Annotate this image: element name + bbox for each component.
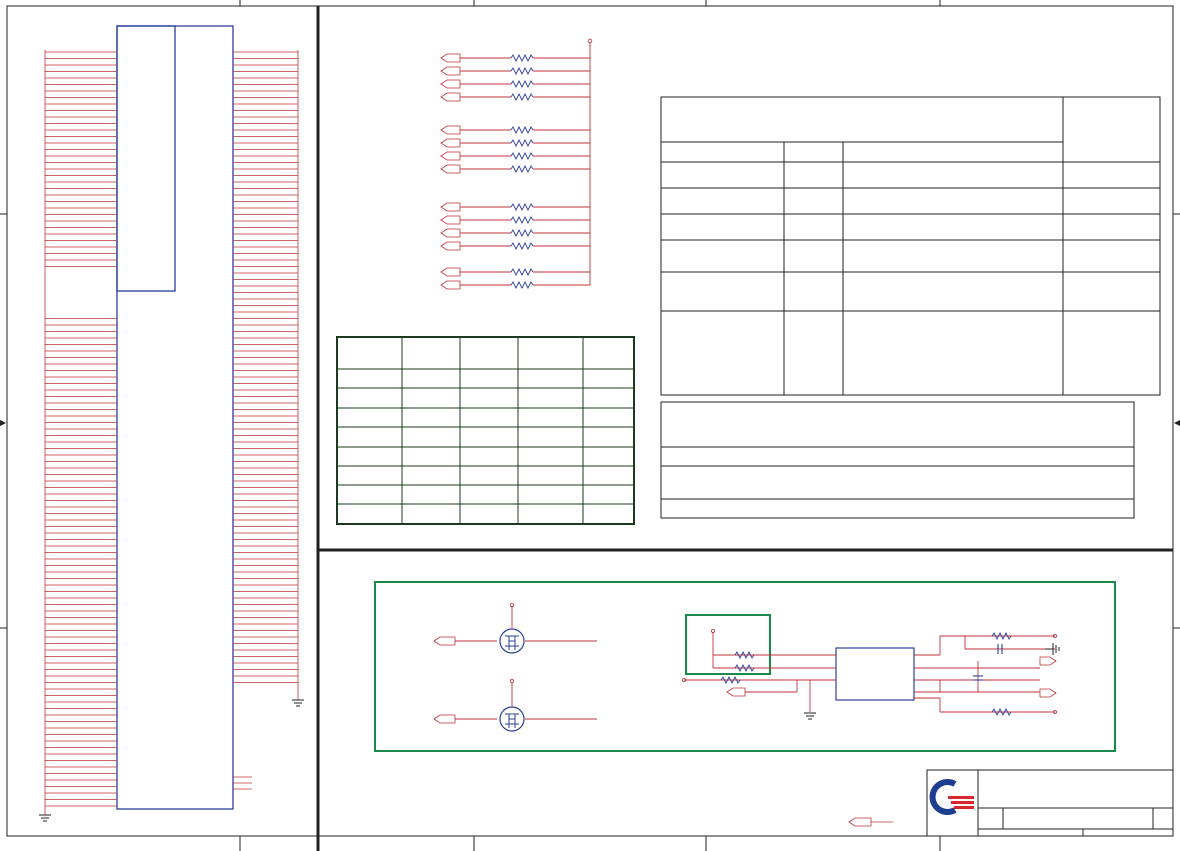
config-table-left bbox=[336, 336, 635, 525]
port-arrow bbox=[440, 202, 461, 212]
port-arrow bbox=[440, 53, 461, 63]
pull-up-resistor bbox=[440, 215, 590, 225]
pull-up-resistor bbox=[440, 79, 590, 89]
notes-table bbox=[660, 401, 1135, 519]
resistor-symbol bbox=[510, 53, 534, 63]
connector-sub-section bbox=[116, 25, 176, 292]
port-arrow bbox=[440, 267, 461, 277]
port-arrow bbox=[440, 138, 461, 148]
pull-up-resistor bbox=[440, 92, 590, 102]
resistor-symbol bbox=[510, 228, 534, 238]
pull-up-resistor bbox=[440, 202, 590, 212]
pull-up-resistor-network bbox=[440, 38, 593, 290]
port-arrow bbox=[440, 79, 461, 89]
ic-terminals bbox=[682, 629, 1058, 715]
pull-up-resistor bbox=[440, 125, 590, 135]
pull-up-resistor bbox=[440, 267, 590, 277]
pull-up-resistor bbox=[440, 164, 590, 174]
pull-up-resistor bbox=[440, 53, 590, 63]
port-arrow bbox=[440, 125, 461, 135]
port-arrow bbox=[433, 714, 456, 724]
pull-up-resistor bbox=[440, 138, 590, 148]
ic-chip bbox=[835, 647, 915, 701]
resistor-symbol bbox=[510, 202, 534, 212]
resistor-symbol bbox=[510, 79, 534, 89]
connector-block bbox=[39, 25, 304, 822]
port-arrow bbox=[440, 164, 461, 174]
ground-symbol-cap bbox=[1045, 643, 1060, 655]
connector-left-pins bbox=[45, 51, 117, 807]
pull-up-resistor bbox=[440, 280, 590, 290]
option-resistor-box bbox=[685, 614, 771, 675]
pull-up-resistor bbox=[440, 228, 590, 238]
circuit-group bbox=[374, 581, 1116, 752]
port-arrow bbox=[440, 280, 461, 290]
zone-arrows bbox=[0, 420, 1180, 426]
port-arrow bbox=[440, 215, 461, 225]
config-table-right bbox=[660, 96, 1161, 396]
port-arrow bbox=[433, 636, 456, 646]
resistor-symbol bbox=[510, 267, 534, 277]
resistor-symbol bbox=[510, 92, 534, 102]
resistor-symbol bbox=[510, 66, 534, 76]
offpage-port bbox=[848, 817, 893, 827]
resistor-symbol bbox=[510, 125, 534, 135]
pull-up-resistor bbox=[440, 66, 590, 76]
port-arrow bbox=[440, 241, 461, 251]
company-logo bbox=[929, 779, 974, 815]
port-arrow bbox=[440, 66, 461, 76]
resistor-symbol bbox=[510, 280, 534, 290]
port-arrow bbox=[440, 228, 461, 238]
circuit-group-box bbox=[374, 581, 1116, 752]
port-arrow bbox=[440, 92, 461, 102]
ground-symbol-ic bbox=[804, 712, 816, 720]
resistor-symbol bbox=[510, 151, 534, 161]
mosfet-1 bbox=[433, 603, 597, 654]
resistor-symbol bbox=[510, 215, 534, 225]
mosfet-2 bbox=[433, 679, 597, 732]
ground-symbol-right bbox=[292, 699, 304, 707]
connector-right-pins bbox=[233, 51, 298, 683]
pull-up-resistor bbox=[440, 241, 590, 251]
resistor-symbol bbox=[510, 138, 534, 148]
schematic-sheet bbox=[0, 0, 1180, 851]
resistor-symbol bbox=[510, 164, 534, 174]
resistor-symbol bbox=[510, 241, 534, 251]
port-arrow bbox=[440, 151, 461, 161]
section-dividers bbox=[316, 6, 1173, 851]
ground-symbol-left bbox=[39, 814, 51, 822]
connector-extra-pins bbox=[233, 776, 252, 790]
pull-up-resistor bbox=[440, 151, 590, 161]
